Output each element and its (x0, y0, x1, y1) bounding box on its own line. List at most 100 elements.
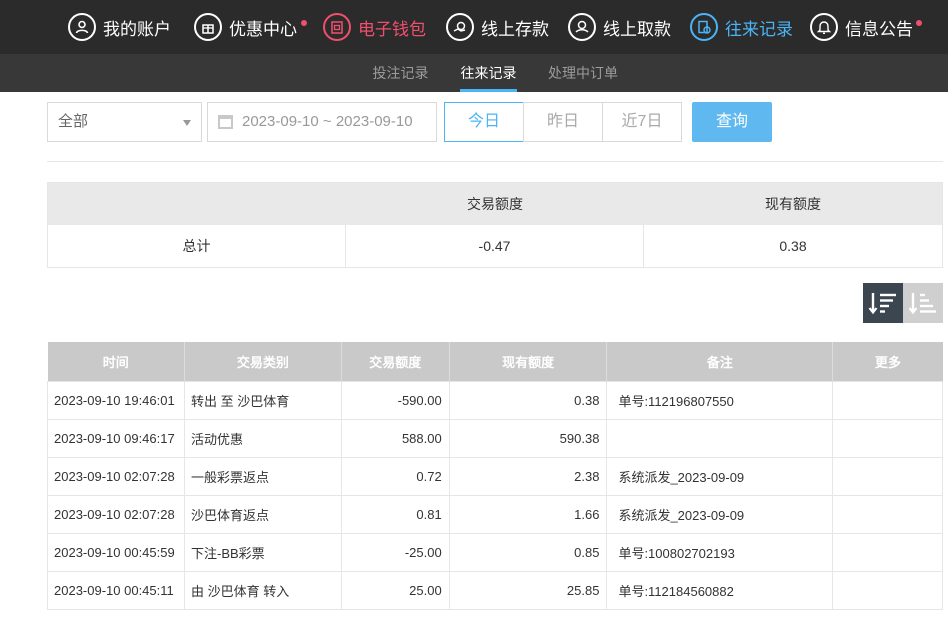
summary-total-label: 总计 (48, 225, 346, 267)
cell-time: 2023-09-10 00:45:59 (47, 532, 185, 572)
date-range-value: 2023-09-10 ~ 2023-09-10 (242, 113, 413, 130)
cell-note: 单号:112184560882 (606, 570, 834, 610)
records-header-row: 时间 交易类别 交易额度 现有额度 备注 更多 (47, 342, 943, 381)
bell-icon (810, 13, 838, 41)
search-button[interactable]: 查询 (692, 102, 772, 142)
cell-amount: 25.00 (340, 570, 450, 610)
record-icon (690, 13, 718, 41)
nav-label: 信息公告 (845, 19, 913, 39)
tab-pending-orders[interactable]: 处理中订单 (547, 54, 619, 92)
cell-time: 2023-09-10 09:46:17 (47, 418, 185, 458)
nav-online-withdraw[interactable]: 线上取款 (568, 0, 671, 54)
cell-amount: -590.00 (340, 380, 450, 420)
header-time: 时间 (47, 342, 185, 381)
caret-down-icon (183, 120, 191, 126)
cell-note: 系统派发_2023-09-09 (606, 494, 834, 534)
summary-header-cell (48, 183, 346, 225)
nav-e-wallet[interactable]: 电子钱包 (323, 0, 426, 54)
header-amount: 交易额度 (341, 342, 450, 381)
yesterday-button[interactable]: 昨日 (523, 102, 603, 142)
cell-time: 2023-09-10 19:46:01 (47, 380, 185, 420)
cell-more[interactable] (832, 418, 943, 458)
summary-trade-amount: -0.47 (346, 225, 644, 267)
cell-more[interactable] (832, 532, 943, 572)
cell-type: 由 沙巴体育 转入 (183, 570, 342, 610)
cell-balance: 0.85 (448, 532, 608, 572)
date-range-input[interactable]: 2023-09-10 ~ 2023-09-10 (207, 102, 437, 142)
summary-table: 交易额度 现有额度 总计 -0.47 0.38 (47, 182, 943, 268)
records-table: 时间 交易类别 交易额度 现有额度 备注 更多 2023-09-10 19:46… (47, 342, 943, 610)
last-7-days-button[interactable]: 近7日 (602, 102, 682, 142)
sort-desc-icon (868, 293, 896, 315)
calendar-icon (218, 115, 233, 129)
cell-note: 单号:112196807550 (606, 380, 834, 420)
cell-type: 下注-BB彩票 (183, 532, 342, 572)
notification-dot (916, 20, 922, 26)
table-row: 2023-09-10 02:07:28 一般彩票返点 0.72 2.38 系统派发_20… (47, 456, 943, 496)
cell-type: 转出 至 沙巴体育 (183, 380, 342, 420)
user-icon (68, 13, 96, 41)
cell-time: 2023-09-10 02:07:28 (47, 456, 185, 496)
cell-amount: 0.81 (340, 494, 450, 534)
cell-more[interactable] (832, 570, 943, 610)
transaction-type-select[interactable]: 全部 (47, 102, 202, 142)
tab-bet-records[interactable]: 投注记录 (372, 54, 429, 92)
summary-balance: 0.38 (779, 238, 807, 254)
cell-balance: 0.38 (448, 380, 608, 420)
nav-label: 电子钱包 (358, 19, 426, 39)
transaction-type-value: 全部 (58, 113, 89, 130)
nav-promotions[interactable]: 优惠中心 (194, 0, 307, 54)
nav-my-account[interactable]: 我的账户 (68, 0, 171, 54)
sub-nav: 投注记录 往来记录 处理中订单 (0, 54, 948, 92)
table-row: 2023-09-10 00:45:59 下注-BB彩票 -25.00 0.85 单号:1… (47, 532, 943, 572)
cell-note (606, 418, 834, 458)
nav-label: 线上取款 (603, 19, 671, 39)
summary-header-cell: 交易额度 (467, 196, 523, 212)
today-button[interactable]: 今日 (444, 102, 524, 142)
sort-asc-icon (908, 293, 936, 315)
table-row: 2023-09-10 02:07:28 沙巴体育返点 0.81 1.66 系统派发_20… (47, 494, 943, 534)
cell-type: 沙巴体育返点 (183, 494, 342, 534)
cell-more[interactable] (832, 380, 943, 420)
cell-balance: 2.38 (448, 456, 608, 496)
tab-transaction-records[interactable]: 往来记录 (460, 54, 517, 92)
sort-desc-button[interactable] (863, 283, 903, 323)
cell-amount: 588.00 (340, 418, 450, 458)
deposit-icon (446, 13, 474, 41)
nav-online-deposit[interactable]: 线上存款 (446, 0, 549, 54)
cell-amount: 0.72 (340, 456, 450, 496)
table-row: 2023-09-10 00:45:11 由 沙巴体育 转入 25.00 25.85 单号… (47, 570, 943, 610)
header-note: 备注 (606, 342, 834, 381)
cell-balance: 1.66 (448, 494, 608, 534)
notification-dot (301, 20, 307, 26)
header-more: 更多 (832, 342, 943, 381)
table-row: 2023-09-10 19:46:01 转出 至 沙巴体育 -590.00 0.38 单… (47, 380, 943, 420)
nav-label: 优惠中心 (229, 19, 297, 39)
cell-time: 2023-09-10 00:45:11 (47, 570, 185, 610)
nav-label: 我的账户 (103, 19, 171, 39)
nav-label: 线上存款 (481, 19, 549, 39)
divider (47, 161, 943, 162)
sort-asc-button[interactable] (903, 283, 943, 323)
summary-header: 交易额度 现有额度 (48, 183, 942, 225)
cell-note: 系统派发_2023-09-09 (606, 456, 834, 496)
cell-type: 活动优惠 (183, 418, 342, 458)
top-nav: 我的账户 优惠中心 电子钱包 线上存款 线上取款 往来记录 信息公告 (0, 0, 948, 54)
cell-type: 一般彩票返点 (183, 456, 342, 496)
summary-header-cell: 现有额度 (765, 196, 821, 212)
cell-amount: -25.00 (340, 532, 450, 572)
table-row: 2023-09-10 09:46:17 活动优惠 588.00 590.38 (47, 418, 943, 458)
header-type: 交易类别 (184, 342, 342, 381)
nav-transaction-records[interactable]: 往来记录 (690, 0, 793, 54)
header-balance: 现有额度 (449, 342, 608, 381)
nav-announcements[interactable]: 信息公告 (810, 0, 922, 54)
cell-more[interactable] (832, 494, 943, 534)
cell-note: 单号:100802702193 (606, 532, 834, 572)
nav-label: 往来记录 (725, 19, 793, 39)
wallet-icon (323, 13, 351, 41)
cell-balance: 25.85 (448, 570, 608, 610)
summary-row: 总计 -0.47 0.38 (48, 225, 942, 267)
cell-more[interactable] (832, 456, 943, 496)
cell-time: 2023-09-10 02:07:28 (47, 494, 185, 534)
gift-icon (194, 13, 222, 41)
